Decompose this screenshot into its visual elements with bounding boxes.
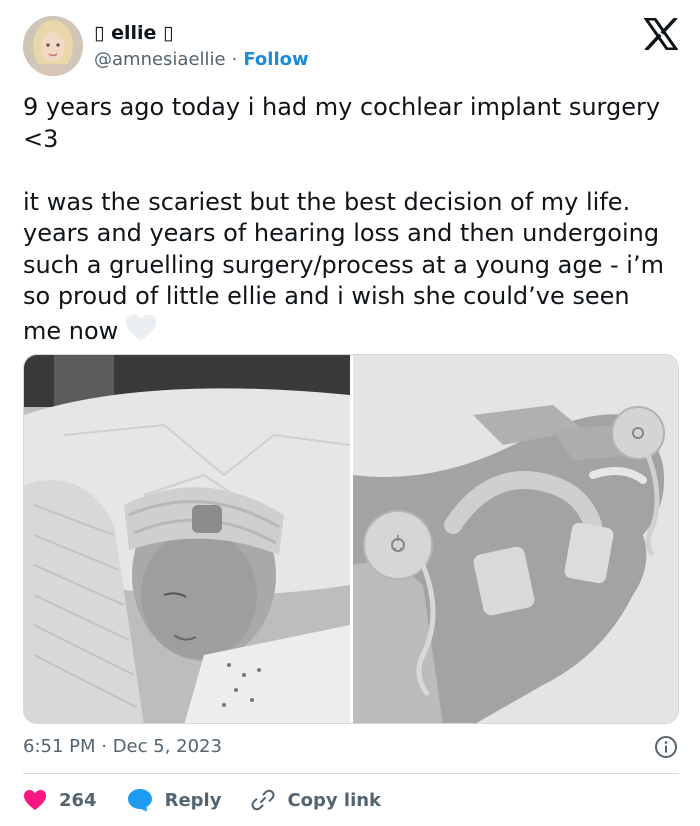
photo-hospital-bed[interactable]: [24, 355, 350, 723]
action-bar: 264 Reply Copy link: [23, 786, 411, 814]
reply-bubble-icon: [127, 789, 152, 812]
implant-photo-image: [352, 355, 678, 723]
hospital-photo-image: [24, 355, 350, 723]
like-button[interactable]: 264: [23, 789, 97, 811]
info-icon[interactable]: [654, 735, 678, 759]
follow-button[interactable]: Follow: [243, 49, 308, 70]
heart-icon: [24, 790, 46, 810]
photo-implant-processors[interactable]: [352, 355, 678, 723]
avatar-image: [23, 16, 83, 76]
user-handle[interactable]: @amnesiaellie: [94, 49, 226, 70]
avatar[interactable]: [23, 16, 83, 76]
separator-dot: ·: [231, 49, 238, 70]
reply-label: Reply: [164, 789, 222, 811]
tweet-timestamp[interactable]: 6:51 PM · Dec 5, 2023: [23, 736, 222, 757]
display-name-row[interactable]: ▯ ellie ▯: [94, 22, 173, 44]
copy-link-button[interactable]: Copy link: [251, 788, 381, 812]
tweet-body: 9 years ago today i had my cochlear impl…: [23, 92, 673, 351]
media-gallery[interactable]: [23, 354, 679, 724]
tweet-text: 9 years ago today i had my cochlear impl…: [23, 93, 664, 345]
link-icon: [251, 789, 275, 811]
display-name[interactable]: ▯ ellie ▯: [94, 22, 173, 44]
copy-link-label: Copy link: [287, 789, 382, 811]
like-count: 264: [59, 789, 97, 811]
divider: [23, 773, 679, 774]
x-logo-icon[interactable]: [644, 18, 678, 50]
handle-row: @amnesiaellie · Follow: [94, 49, 309, 70]
reply-button[interactable]: Reply: [127, 788, 222, 812]
white-heart-emoji-icon: [124, 313, 158, 352]
